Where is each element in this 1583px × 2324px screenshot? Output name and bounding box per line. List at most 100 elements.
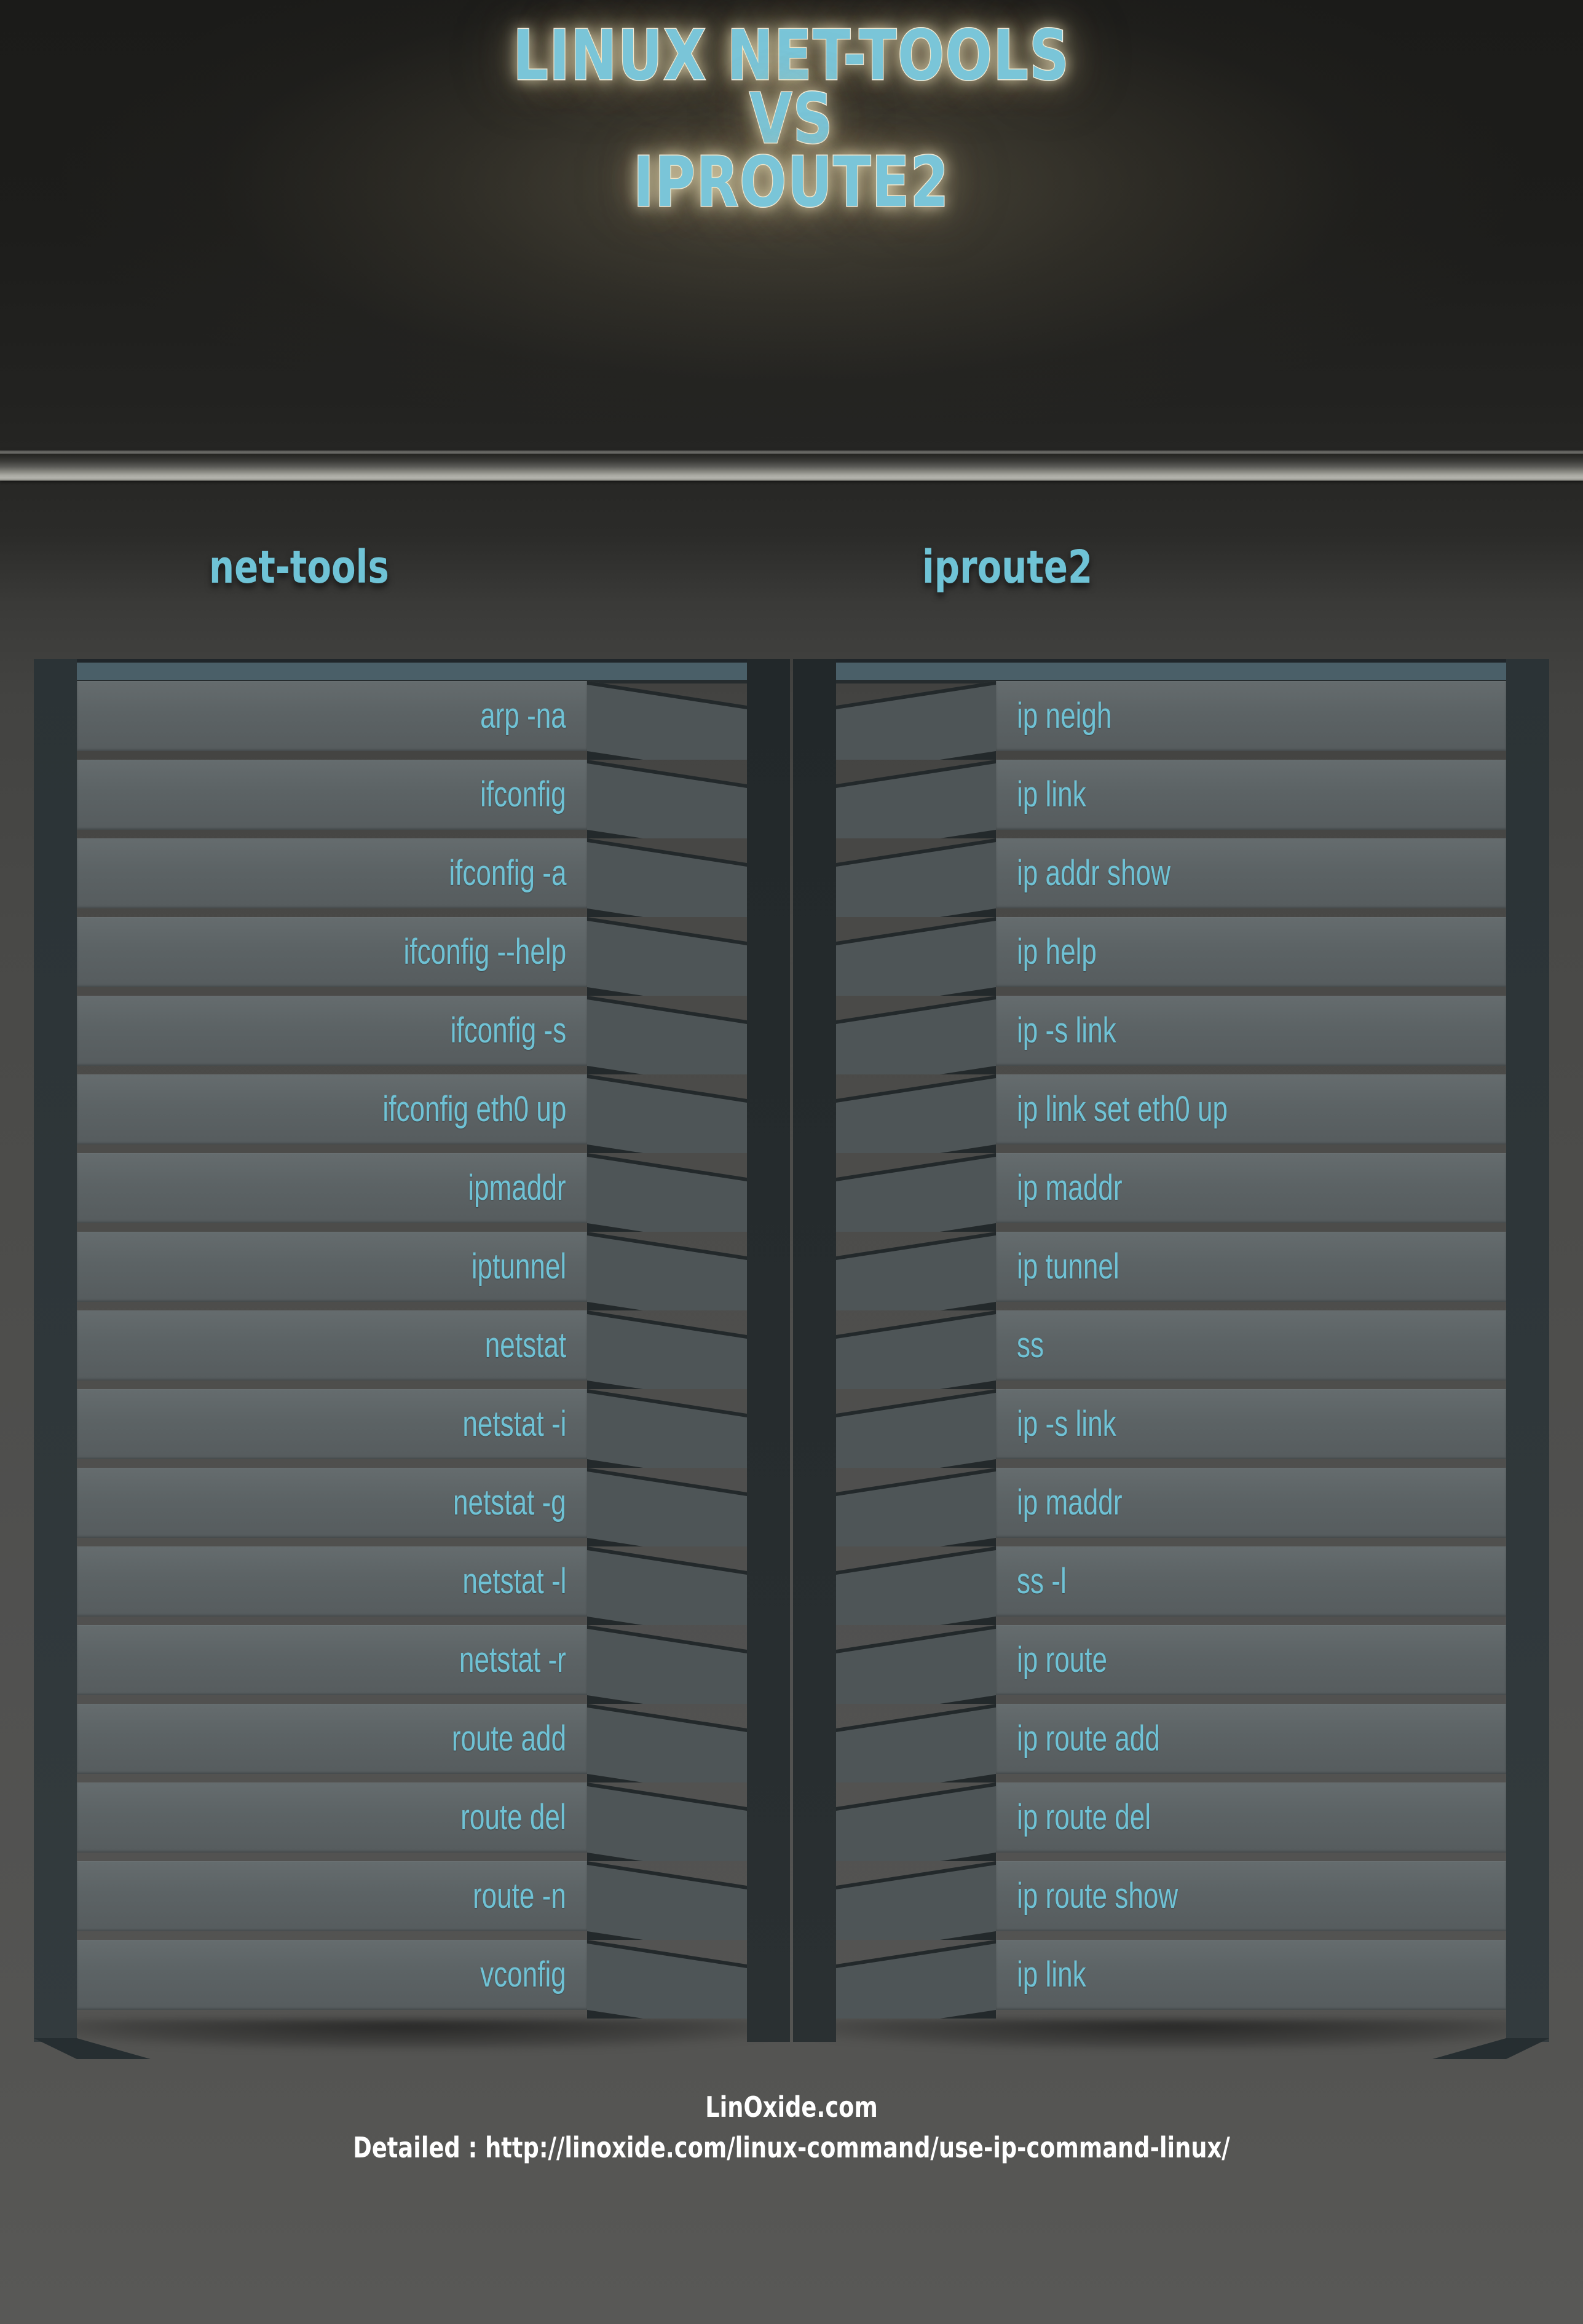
row-front-face: netstat -g xyxy=(77,1468,587,1538)
command-row: ip route show xyxy=(793,1861,1549,1940)
command-row: ifconfig --help xyxy=(34,917,790,996)
command-label: netstat -i xyxy=(462,1404,566,1444)
command-row: ip neigh xyxy=(793,681,1549,760)
row-bevel-face xyxy=(836,1940,996,2019)
stack-top-cap xyxy=(793,659,1549,683)
command-label: ss -l xyxy=(1017,1561,1067,1601)
command-row: ifconfig xyxy=(34,760,790,838)
command-label: ip help xyxy=(1017,932,1097,972)
command-label: ip maddr xyxy=(1017,1483,1123,1522)
command-label: netstat -r xyxy=(459,1640,566,1680)
command-row: ss xyxy=(793,1310,1549,1389)
command-label: ipmaddr xyxy=(468,1168,566,1208)
column-header-iproute2: iproute2 xyxy=(922,541,1093,594)
row-front-face: ifconfig -a xyxy=(77,838,587,908)
row-front-face: netstat xyxy=(77,1310,587,1381)
row-bevel-face xyxy=(836,1468,996,1546)
command-label: route add xyxy=(451,1719,566,1759)
row-front-face: ip addr show xyxy=(996,838,1506,908)
footer-site-name: LinOxide.com xyxy=(705,2090,878,2124)
command-label: netstat -g xyxy=(453,1483,566,1522)
command-label: ip route xyxy=(1017,1640,1108,1680)
poster-footer: LinOxide.com Detailed : http://linoxide.… xyxy=(0,2090,1583,2165)
row-bevel-face xyxy=(587,1310,747,1389)
command-row: ip -s link xyxy=(793,1389,1549,1468)
row-bevel-face xyxy=(836,1782,996,1861)
command-row: netstat -g xyxy=(34,1468,790,1546)
title-line-3: IPROUTE2 xyxy=(633,143,950,223)
command-label: ip addr show xyxy=(1017,853,1170,893)
row-bevel-face xyxy=(836,1546,996,1625)
row-front-face: ip route show xyxy=(996,1861,1506,1931)
command-row: ip tunnel xyxy=(793,1232,1549,1310)
row-front-face: ip neigh xyxy=(996,681,1506,751)
command-label: ifconfig xyxy=(480,774,566,814)
row-bevel-face xyxy=(836,1861,996,1940)
row-bevel-face xyxy=(587,996,747,1074)
command-row: ip maddr xyxy=(793,1468,1549,1546)
command-row: ip maddr xyxy=(793,1153,1549,1232)
row-bevel-face xyxy=(836,1389,996,1468)
row-front-face: ip route add xyxy=(996,1704,1506,1774)
column-header-net-tools: net-tools xyxy=(209,541,389,594)
row-front-face: ifconfig eth0 up xyxy=(77,1074,587,1144)
command-row: vconfig xyxy=(34,1940,790,2019)
row-bevel-face xyxy=(587,760,747,838)
row-bevel-face xyxy=(836,838,996,917)
command-row: route -n xyxy=(34,1861,790,1940)
row-front-face: ss xyxy=(996,1310,1506,1381)
row-front-face: route add xyxy=(77,1704,587,1774)
command-row: route del xyxy=(34,1782,790,1861)
row-front-face: ifconfig -s xyxy=(77,996,587,1066)
command-label: ifconfig -a xyxy=(448,853,566,893)
command-label: netstat -l xyxy=(462,1561,566,1601)
row-bevel-face xyxy=(587,1704,747,1782)
row-front-face: ip tunnel xyxy=(996,1232,1506,1302)
command-row: ip addr show xyxy=(793,838,1549,917)
command-label: ip -s link xyxy=(1017,1010,1116,1050)
command-label: ifconfig eth0 up xyxy=(382,1089,566,1129)
row-bevel-face xyxy=(587,1546,747,1625)
command-row: ifconfig eth0 up xyxy=(34,1074,790,1153)
command-label: ip -s link xyxy=(1017,1404,1116,1444)
command-label: arp -na xyxy=(480,696,566,736)
command-label: ip route add xyxy=(1017,1719,1160,1759)
command-row: route add xyxy=(34,1704,790,1782)
row-bevel-face xyxy=(587,917,747,996)
row-bevel-face xyxy=(587,1074,747,1153)
command-label: ss xyxy=(1017,1325,1044,1365)
command-label: ip link set eth0 up xyxy=(1017,1089,1228,1129)
row-front-face: route -n xyxy=(77,1861,587,1931)
row-front-face: ifconfig xyxy=(77,760,587,830)
row-bevel-face xyxy=(587,1232,747,1310)
command-label: route del xyxy=(460,1797,566,1837)
row-bevel-face xyxy=(836,681,996,760)
command-row: ifconfig -a xyxy=(34,838,790,917)
command-label: ip neigh xyxy=(1017,696,1112,736)
command-label: iptunnel xyxy=(471,1247,566,1286)
command-label: ifconfig --help xyxy=(403,932,566,972)
row-front-face: arp -na xyxy=(77,681,587,751)
row-front-face: ipmaddr xyxy=(77,1153,587,1223)
command-label: route -n xyxy=(473,1876,566,1916)
command-row: ip route xyxy=(793,1625,1549,1704)
row-front-face: ip link set eth0 up xyxy=(996,1074,1506,1144)
command-row: ip link xyxy=(793,760,1549,838)
row-bevel-face xyxy=(836,1625,996,1704)
row-front-face: route del xyxy=(77,1782,587,1853)
command-label: vconfig xyxy=(480,1955,566,1995)
metal-divider-bar xyxy=(0,451,1583,481)
command-label: ip route del xyxy=(1017,1797,1151,1837)
command-row: netstat -i xyxy=(34,1389,790,1468)
row-front-face: ip maddr xyxy=(996,1468,1506,1538)
row-bevel-face xyxy=(587,1389,747,1468)
row-bevel-face xyxy=(587,1468,747,1546)
command-label: ifconfig -s xyxy=(450,1010,566,1050)
row-front-face: ip route xyxy=(996,1625,1506,1695)
command-label: ip link xyxy=(1017,1955,1086,1995)
command-row: ip help xyxy=(793,917,1549,996)
command-row: ip -s link xyxy=(793,996,1549,1074)
row-bevel-face xyxy=(587,1782,747,1861)
row-front-face: iptunnel xyxy=(77,1232,587,1302)
row-front-face: ss -l xyxy=(996,1546,1506,1617)
